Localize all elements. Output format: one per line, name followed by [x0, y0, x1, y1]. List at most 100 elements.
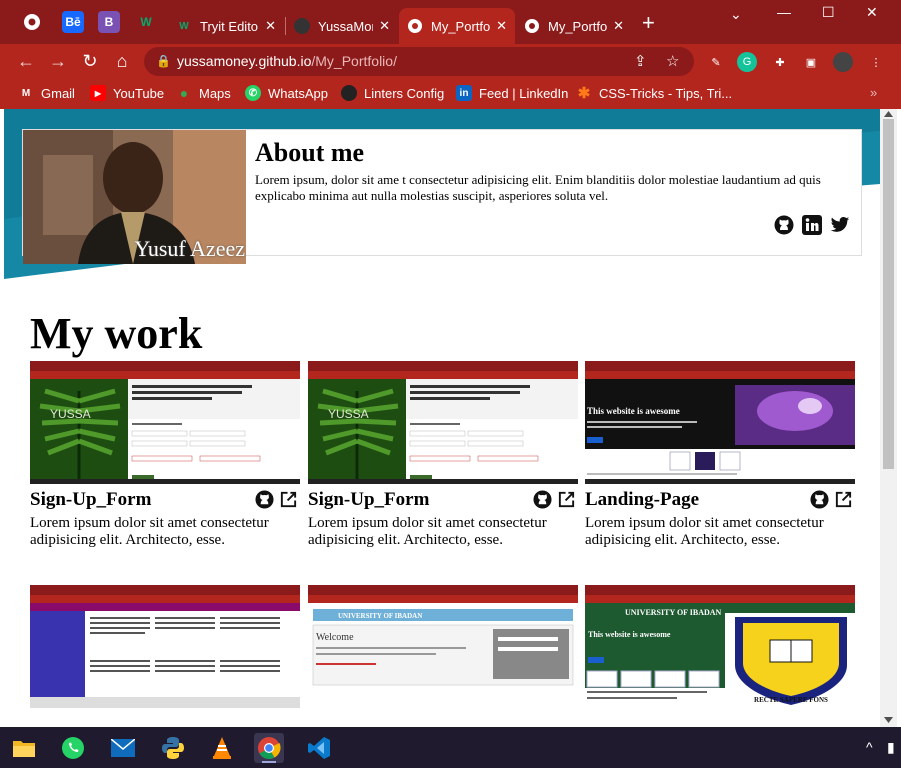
- bookmark-linkedin[interactable]: in Feed | LinkedIn: [456, 85, 568, 101]
- external-link-icon[interactable]: [557, 490, 576, 514]
- reload-button[interactable]: ↻: [79, 51, 101, 73]
- tab-label: My_Portfo: [548, 18, 608, 34]
- file-explorer-icon[interactable]: [9, 733, 39, 763]
- tab-portfolio-active[interactable]: My_Portfo ✕: [399, 8, 515, 44]
- github-icon[interactable]: [773, 214, 795, 236]
- grammarly-icon[interactable]: G: [737, 52, 757, 72]
- project-title: Landing-Page: [585, 489, 700, 510]
- bookmark-label: Feed | LinkedIn: [479, 85, 569, 101]
- github-icon: [341, 85, 357, 101]
- bookmark-linters[interactable]: Linters Config: [341, 85, 444, 101]
- section-heading: My work: [30, 309, 203, 358]
- bookmarks-bar: M Gmail ▶ YouTube ● Maps ✆ WhatsApp Lint…: [0, 79, 901, 109]
- tab-github[interactable]: YussaMon ✕: [286, 8, 398, 44]
- crest-motto: RECTE SAPERE FONS: [754, 696, 828, 704]
- project-links: [533, 490, 576, 514]
- scroll-down-icon[interactable]: [884, 717, 893, 723]
- chrome-taskbar-icon[interactable]: [254, 733, 284, 763]
- chrome-icon[interactable]: [21, 11, 43, 33]
- project-screenshot[interactable]: This website is awesome: [585, 361, 855, 484]
- avatar[interactable]: [833, 52, 853, 72]
- close-icon[interactable]: ✕: [613, 18, 624, 34]
- whatsapp-icon[interactable]: [58, 733, 88, 763]
- bookmark-maps[interactable]: ● Maps: [176, 85, 231, 101]
- project-description: Lorem ipsum dolor sit amet consectetur a…: [30, 515, 269, 548]
- w3schools-icon[interactable]: W: [135, 11, 157, 33]
- youtube-icon: ▶: [90, 85, 106, 101]
- project-description: Lorem ipsum dolor sit amet consectetur a…: [585, 515, 824, 548]
- chrome-icon: [407, 18, 423, 34]
- sidepanel-icon[interactable]: ▣: [801, 52, 821, 72]
- star-icon[interactable]: ☆: [666, 52, 679, 70]
- scrollbar-thumb[interactable]: [883, 119, 894, 469]
- browser-toolbar: ← → ↻ ⌂ 🔒 yussamoney.github.io/My_Portfo…: [0, 44, 901, 79]
- url-host: yussamoney.github.io: [177, 53, 312, 69]
- bookmark-whatsapp[interactable]: ✆ WhatsApp: [245, 85, 328, 101]
- twitter-icon[interactable]: [829, 214, 851, 236]
- bookmark-label: Maps: [199, 85, 231, 101]
- back-button[interactable]: ←: [15, 51, 37, 73]
- bookmark-label: Gmail: [41, 85, 75, 101]
- thumb-heading: UNIVERSITY OF IBADAN: [338, 612, 422, 620]
- minimize-button[interactable]: —: [777, 4, 791, 20]
- close-window-button[interactable]: ✕: [866, 4, 878, 21]
- w3schools-icon: W: [179, 20, 189, 32]
- tab-tryit[interactable]: W Tryit Edito ✕: [168, 8, 284, 44]
- share-icon[interactable]: ⇪: [634, 52, 647, 70]
- pen-icon[interactable]: ✎: [706, 52, 726, 72]
- github-icon[interactable]: [533, 490, 552, 514]
- thumb-heading: UNIVERSITY OF IBADAN: [625, 608, 722, 617]
- bookmark-csstricks[interactable]: ✱ CSS-Tricks - Tips, Tri...: [576, 85, 732, 102]
- maps-icon: ●: [179, 85, 189, 101]
- page-scrollbar[interactable]: [880, 109, 897, 727]
- project-screenshot[interactable]: YUSSA: [308, 361, 578, 484]
- forward-button[interactable]: →: [47, 51, 69, 73]
- url-path: /My_Portfolio/: [311, 53, 397, 69]
- project-screenshot[interactable]: YUSSA: [30, 361, 300, 484]
- url-text[interactable]: yussamoney.github.io/My_Portfolio/: [177, 53, 397, 69]
- tab-strip: Bē B W W Tryit Edito ✕ YussaMon ✕ My_Por…: [0, 0, 901, 44]
- linkedin-icon[interactable]: [801, 214, 823, 236]
- close-icon[interactable]: ✕: [496, 18, 507, 34]
- thumb-welcome: Welcome: [316, 632, 354, 643]
- vlc-icon[interactable]: [207, 733, 237, 763]
- close-icon[interactable]: ✕: [265, 18, 276, 34]
- github-icon[interactable]: [810, 490, 829, 514]
- puzzle-icon[interactable]: ✚: [770, 52, 790, 72]
- new-tab-button[interactable]: +: [642, 12, 655, 34]
- external-link-icon[interactable]: [834, 490, 853, 514]
- project-title: Sign-Up_Form: [308, 489, 430, 510]
- chevron-down-icon[interactable]: ⌄: [730, 6, 742, 23]
- github-icon[interactable]: [255, 490, 274, 514]
- menu-icon[interactable]: ⋮: [866, 52, 886, 72]
- bookmark-youtube[interactable]: ▶ YouTube: [90, 85, 164, 101]
- bootstrap-icon[interactable]: B: [98, 11, 120, 33]
- project-screenshot[interactable]: UNIVERSITY OF IBADAN Welcome: [308, 585, 578, 708]
- address-bar[interactable]: 🔒 yussamoney.github.io/My_Portfolio/ ⇪ ☆: [144, 47, 694, 76]
- project-links: [255, 490, 298, 514]
- photo-name-caption: Yusuf Azeez: [134, 236, 245, 261]
- scroll-up-icon[interactable]: [884, 111, 893, 117]
- bookmark-gmail[interactable]: M Gmail: [18, 85, 75, 101]
- active-indicator: [262, 761, 276, 763]
- more-bookmarks-icon[interactable]: »: [870, 85, 877, 100]
- tray-chevron-icon[interactable]: ^: [866, 739, 873, 755]
- mail-icon[interactable]: [108, 733, 138, 763]
- taskbar: ^ ▮: [0, 727, 901, 768]
- external-link-icon[interactable]: [279, 490, 298, 514]
- tab-label: My_Portfo: [431, 18, 491, 34]
- vscode-icon[interactable]: [304, 733, 334, 763]
- project-screenshot[interactable]: [30, 585, 300, 708]
- whatsapp-icon: ✆: [245, 85, 261, 101]
- tab-portfolio[interactable]: My_Portfo ✕: [516, 8, 632, 44]
- python-icon[interactable]: [158, 733, 188, 763]
- tab-label: Tryit Edito: [200, 18, 259, 34]
- network-icon[interactable]: ▮: [887, 739, 895, 756]
- home-button[interactable]: ⌂: [111, 51, 133, 73]
- close-icon[interactable]: ✕: [379, 18, 390, 34]
- behance-icon[interactable]: Bē: [62, 11, 84, 33]
- about-text: Lorem ipsum, dolor sit ame t consectetur…: [255, 172, 821, 203]
- project-screenshot[interactable]: UNIVERSITY OF IBADAN This website is awe…: [585, 585, 855, 708]
- maximize-button[interactable]: ☐: [822, 4, 835, 21]
- page-viewport: Yusuf Azeez About me Lorem ipsum, dolor …: [4, 109, 880, 727]
